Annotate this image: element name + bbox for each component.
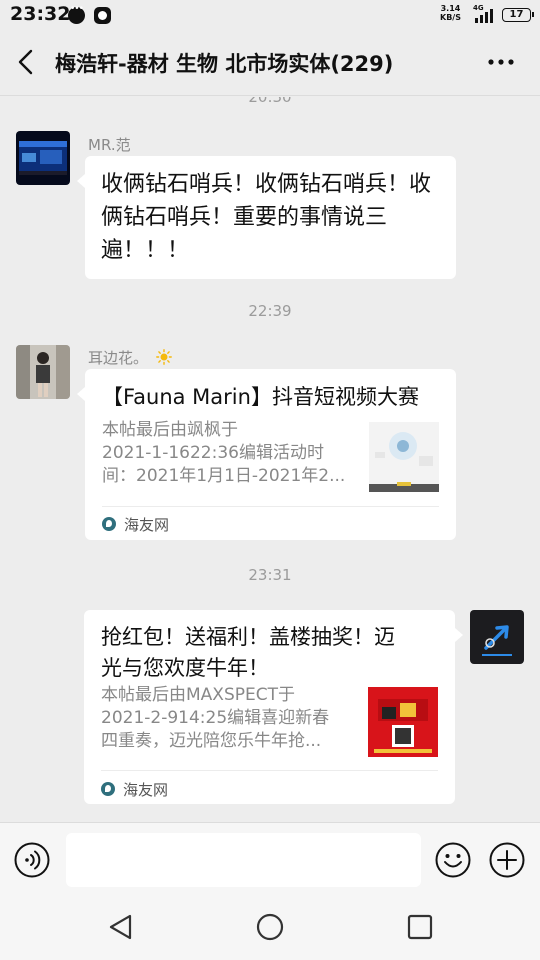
chat-notification-icon bbox=[68, 4, 85, 24]
link-description-line: 本帖最后由飒枫于 bbox=[102, 420, 238, 440]
link-thumbnail bbox=[368, 687, 438, 757]
avatar-erbianhua[interactable] bbox=[16, 345, 70, 399]
link-card[interactable]: 【Fauna Marin】抖音短视频大赛 本帖最后由飒枫于 2021-1-162… bbox=[77, 369, 456, 540]
link-source: 海友网 bbox=[102, 514, 169, 535]
timestamp: 23:31 bbox=[248, 566, 292, 584]
link-divider bbox=[102, 506, 439, 507]
avatar-mr-fan[interactable] bbox=[16, 131, 70, 185]
voice-icon bbox=[14, 842, 50, 878]
back-button[interactable] bbox=[10, 44, 44, 80]
link-title-line: 光与您欢度牛年！ bbox=[101, 656, 269, 680]
more-options-button[interactable] bbox=[483, 52, 519, 72]
link-title: 【Fauna Marin】抖音短视频大赛 bbox=[102, 385, 419, 409]
chat-header: 梅浩轩-器材 生物 北市场实体(229) bbox=[0, 30, 540, 96]
nav-recent-button[interactable] bbox=[405, 912, 435, 942]
sender-name: 耳边花。 bbox=[88, 347, 172, 368]
link-description-line: 2021-2-914:25编辑喜迎新春 bbox=[101, 708, 330, 728]
plus-icon bbox=[489, 842, 525, 878]
link-card[interactable]: 抢红包！送福利！盖楼抽奖！迈 光与您欢度牛年！ 本帖最后由MAXSPECT于 2… bbox=[84, 610, 463, 804]
more-dots-icon bbox=[488, 59, 514, 65]
sender-name-text: 耳边花。 bbox=[88, 349, 149, 367]
chevron-left-icon bbox=[18, 49, 33, 75]
network-speed-value: 3.14 bbox=[440, 4, 461, 13]
link-title: 抢红包！送福利！盖楼抽奖！迈 光与您欢度牛年！ bbox=[101, 622, 395, 684]
message-text-line: 收俩钻石哨兵！收俩钻石哨兵！收 bbox=[101, 172, 432, 197]
circle-home-icon bbox=[256, 913, 284, 941]
emoji-button[interactable] bbox=[435, 842, 471, 878]
link-divider bbox=[101, 770, 438, 771]
square-recent-icon bbox=[407, 914, 433, 940]
status-time: 23:32 bbox=[10, 3, 71, 25]
link-source-name: 海友网 bbox=[124, 516, 170, 534]
signal-icon bbox=[473, 9, 495, 23]
battery-level: 17 bbox=[509, 9, 524, 20]
message-text-line: 遍！！！ bbox=[101, 238, 190, 263]
sender-name: MR.范 bbox=[88, 136, 131, 154]
site-logo-icon bbox=[101, 782, 115, 796]
link-description: 本帖最后由飒枫于 2021-1-1622:36编辑活动时 间：2021年1月1日… bbox=[102, 419, 354, 488]
chat-title: 梅浩轩-器材 生物 北市场实体(229) bbox=[55, 52, 394, 76]
link-thumbnail bbox=[369, 422, 439, 492]
link-description-line: 2021-1-1622:36编辑活动时 bbox=[102, 443, 324, 463]
link-description-line: 四重奏，迈光陪您乐牛年抢... bbox=[101, 731, 322, 751]
timestamp: 22:39 bbox=[248, 302, 292, 320]
nav-home-button[interactable] bbox=[255, 912, 285, 942]
app-notification-icon bbox=[94, 7, 111, 24]
link-title-line: 抢红包！送福利！盖楼抽奖！迈 bbox=[101, 625, 395, 649]
site-logo-icon bbox=[102, 517, 116, 531]
avatar-self[interactable] bbox=[470, 610, 524, 664]
system-nav-bar bbox=[0, 898, 540, 960]
nav-back-button[interactable] bbox=[106, 912, 136, 942]
message-bubble-text[interactable]: 收俩钻石哨兵！收俩钻石哨兵！收 俩钻石哨兵！重要的事情说三 遍！！！ bbox=[77, 156, 456, 279]
link-description-line: 本帖最后由MAXSPECT于 bbox=[101, 685, 295, 705]
message-input[interactable] bbox=[66, 833, 421, 887]
message-text-line: 俩钻石哨兵！重要的事情说三 bbox=[101, 205, 388, 230]
maxspect-avatar-image bbox=[470, 610, 524, 664]
person-avatar-image bbox=[16, 345, 70, 399]
chat-messages[interactable]: 20:30 MR.范 收俩钻石哨兵！收俩钻石哨兵！收 俩钻石哨兵！重要的事情说三… bbox=[0, 97, 540, 822]
link-description: 本帖最后由MAXSPECT于 2021-2-914:25编辑喜迎新春 四重奏，迈… bbox=[101, 684, 353, 753]
aquarium-avatar-image bbox=[16, 131, 70, 185]
link-source: 海友网 bbox=[101, 779, 168, 800]
link-description-line: 间：2021年1月1日-2021年2... bbox=[102, 466, 346, 486]
input-bar bbox=[0, 822, 540, 898]
status-bar: 23:32 3.14 KB/S 4G 17 bbox=[0, 0, 540, 30]
sun-emoji-icon bbox=[155, 349, 172, 365]
timestamp: 20:30 bbox=[248, 97, 292, 106]
emoji-icon bbox=[435, 842, 471, 878]
triangle-back-icon bbox=[109, 914, 132, 940]
network-speed: 3.14 KB/S bbox=[440, 4, 461, 22]
link-source-name: 海友网 bbox=[123, 781, 169, 799]
battery-icon: 17 bbox=[502, 8, 534, 22]
network-speed-unit: KB/S bbox=[440, 13, 461, 22]
add-button[interactable] bbox=[489, 842, 525, 878]
voice-button[interactable] bbox=[14, 842, 50, 878]
